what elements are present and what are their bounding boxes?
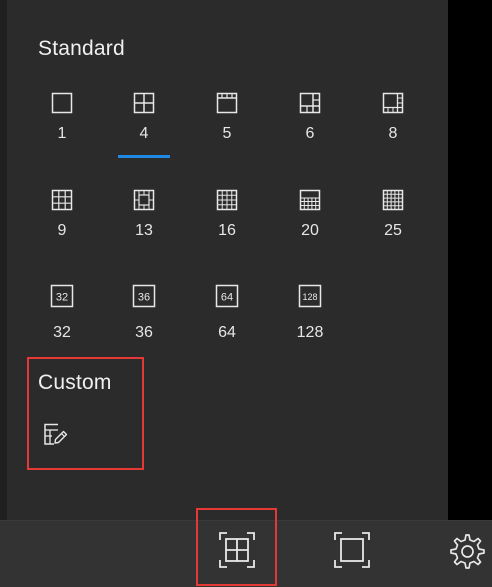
layout-32-icon: 32 — [50, 284, 74, 308]
layout-label: 128 — [296, 324, 324, 341]
layout-label: 1 — [57, 125, 67, 142]
layout-128-button[interactable]: 128 128 — [280, 284, 340, 344]
fullscreen-icon — [334, 532, 370, 568]
layout-label: 6 — [305, 125, 315, 142]
layout-1-button[interactable]: 1 — [32, 92, 92, 152]
custom-title: Custom — [38, 371, 112, 394]
left-edge — [0, 0, 7, 520]
layout-1-icon — [51, 92, 73, 114]
layout-6-button[interactable]: 6 — [280, 92, 340, 152]
layout-8-button[interactable]: 8 — [363, 92, 423, 152]
layout-label: 8 — [388, 125, 398, 142]
layout-20-button[interactable]: 20 — [280, 189, 340, 249]
layout-36-icon: 36 — [132, 284, 156, 308]
layout-8-icon — [382, 92, 404, 114]
layout-label: 4 — [139, 125, 149, 142]
layout-5-icon — [216, 92, 238, 114]
layout-label: 20 — [301, 222, 319, 239]
layout-label: 36 — [135, 324, 153, 341]
settings-gear-icon — [450, 534, 485, 569]
layout-36-button[interactable]: 36 36 — [114, 284, 174, 344]
layout-25-icon — [382, 189, 404, 211]
layout-4-button[interactable]: 4 — [114, 92, 174, 152]
layout-label: 13 — [135, 222, 153, 239]
layout-13-icon — [133, 189, 155, 211]
layout-label: 25 — [384, 222, 402, 239]
selected-indicator — [118, 155, 170, 158]
layout-5-button[interactable]: 5 — [197, 92, 257, 152]
layout-64-button[interactable]: 64 64 — [197, 284, 257, 344]
layout-label: 64 — [218, 324, 236, 341]
svg-text:64: 64 — [221, 292, 233, 304]
standard-title: Standard — [38, 37, 125, 60]
video-area — [448, 0, 492, 520]
layout-25-button[interactable]: 25 — [363, 189, 423, 249]
layout-32-button[interactable]: 32 32 — [32, 284, 92, 344]
layout-4-icon — [133, 92, 155, 114]
layout-64-icon: 64 — [215, 284, 239, 308]
layout-window: Standard 1 4 5 6 8 9 13 16 20 25 32 32 3… — [0, 0, 492, 587]
layout-16-button[interactable]: 16 — [197, 189, 257, 249]
settings-button[interactable] — [446, 531, 486, 571]
fullscreen-button[interactable] — [333, 531, 371, 569]
layout-label: 5 — [222, 125, 232, 142]
svg-text:128: 128 — [302, 292, 317, 302]
window-layout-button[interactable] — [218, 531, 256, 569]
layout-label: 9 — [57, 222, 67, 239]
layout-20-icon — [299, 189, 321, 211]
layout-label: 32 — [53, 324, 71, 341]
layout-9-button[interactable]: 9 — [32, 189, 92, 249]
window-layout-icon — [219, 532, 255, 568]
layout-9-icon — [51, 189, 73, 211]
layout-16-icon — [216, 189, 238, 211]
layout-128-icon: 128 — [298, 284, 322, 308]
layout-6-icon — [299, 92, 321, 114]
svg-text:36: 36 — [138, 292, 150, 304]
svg-text:32: 32 — [56, 292, 68, 304]
edit-layout-icon — [44, 423, 68, 445]
layout-label: 16 — [218, 222, 236, 239]
custom-layout-button[interactable] — [42, 422, 68, 448]
layout-13-button[interactable]: 13 — [114, 189, 174, 249]
